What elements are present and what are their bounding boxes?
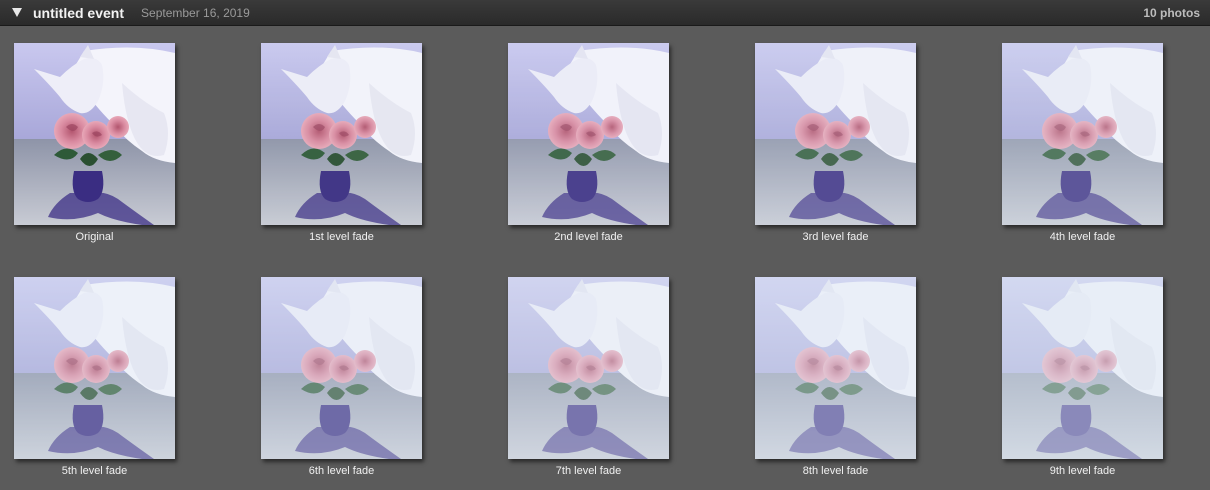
photo-caption[interactable]: 1st level fade <box>261 231 422 243</box>
photo-thumbnail[interactable] <box>261 277 422 459</box>
photo-item[interactable]: 9th level fade <box>1002 277 1163 477</box>
photo-item[interactable]: 2nd level fade <box>508 43 669 243</box>
photo-thumbnail[interactable] <box>1002 277 1163 459</box>
photo-item[interactable]: 8th level fade <box>755 277 916 477</box>
photo-item[interactable]: 5th level fade <box>14 277 175 477</box>
photo-caption[interactable]: 9th level fade <box>1002 465 1163 477</box>
fade-overlay <box>755 277 916 459</box>
photo-thumbnail[interactable] <box>14 277 175 459</box>
photo-caption[interactable]: 6th level fade <box>261 465 422 477</box>
photo-thumbnail[interactable] <box>755 277 916 459</box>
photo-item[interactable]: Original <box>14 43 175 243</box>
photo-caption[interactable]: 8th level fade <box>755 465 916 477</box>
photo-caption[interactable]: 4th level fade <box>1002 231 1163 243</box>
photo-item[interactable]: 3rd level fade <box>755 43 916 243</box>
fade-overlay <box>261 277 422 459</box>
photo-item[interactable]: 1st level fade <box>261 43 422 243</box>
photo-thumbnail[interactable] <box>508 277 669 459</box>
photo-item[interactable]: 7th level fade <box>508 277 669 477</box>
fade-overlay <box>508 277 669 459</box>
photo-item[interactable]: 4th level fade <box>1002 43 1163 243</box>
photo-grid: Original 1st level fade 2nd level fade 3… <box>0 0 1210 490</box>
photo-caption[interactable]: 2nd level fade <box>508 231 669 243</box>
photo-thumbnail[interactable] <box>508 43 669 225</box>
fade-overlay <box>1002 277 1163 459</box>
fade-overlay <box>755 43 916 225</box>
fade-overlay <box>14 277 175 459</box>
photo-caption[interactable]: 3rd level fade <box>755 231 916 243</box>
fade-overlay <box>261 43 422 225</box>
photo-caption[interactable]: 7th level fade <box>508 465 669 477</box>
photo-thumbnail[interactable] <box>261 43 422 225</box>
photo-thumbnail[interactable] <box>755 43 916 225</box>
fade-overlay <box>1002 43 1163 225</box>
photo-caption[interactable]: 5th level fade <box>14 465 175 477</box>
photo-item[interactable]: 6th level fade <box>261 277 422 477</box>
photo-thumbnail[interactable] <box>1002 43 1163 225</box>
photo-thumbnail[interactable] <box>14 43 175 225</box>
fade-overlay <box>508 43 669 225</box>
photo-caption[interactable]: Original <box>14 231 175 243</box>
